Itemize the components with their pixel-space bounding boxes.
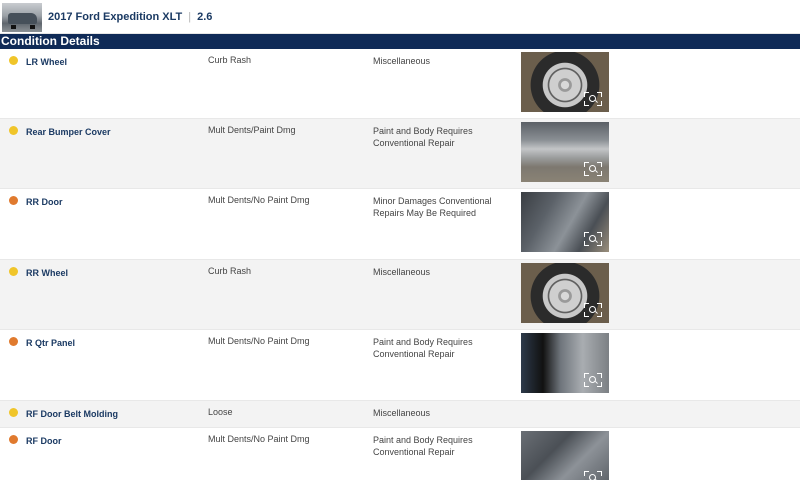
repair-action-line2: Conventional Repair	[373, 447, 455, 457]
repair-action-line1: Minor Damages Conventional	[373, 196, 492, 206]
damage-description: Loose	[208, 407, 233, 417]
damage-photo[interactable]	[521, 431, 609, 480]
damage-photo[interactable]	[521, 263, 609, 323]
damage-description: Curb Rash	[208, 55, 252, 65]
repair-action-line1: Miscellaneous	[373, 56, 431, 66]
header-separator: |	[188, 10, 192, 23]
part-name: RR Door	[26, 197, 63, 207]
table-row: Rear Bumper Cover Mult Dents/Paint Dmg P…	[0, 119, 800, 189]
severity-dot-icon	[9, 196, 18, 205]
damage-description: Mult Dents/Paint Dmg	[208, 125, 296, 135]
table-row: RF Door Mult Dents/No Paint Dmg Paint an…	[0, 428, 800, 480]
condition-grade: 2.6	[197, 10, 213, 23]
section-title: Condition Details	[0, 34, 800, 49]
severity-dot-icon	[9, 126, 18, 135]
part-name: R Qtr Panel	[26, 338, 76, 348]
repair-action-line2: Conventional Repair	[373, 349, 455, 359]
repair-action-line2: Conventional Repair	[373, 138, 455, 148]
vehicle-thumbnail[interactable]	[2, 2, 42, 32]
part-name: RF Door Belt Molding	[26, 409, 118, 419]
zoom-icon[interactable]	[584, 232, 602, 246]
part-name: LR Wheel	[26, 57, 68, 67]
vehicle-header: 2017 Ford Expedition XLT | 2.6	[0, 0, 800, 34]
repair-action: Miscellaneous	[373, 407, 508, 419]
repair-action: Paint and Body Requires Conventional Rep…	[373, 125, 508, 149]
repair-action-line1: Miscellaneous	[373, 267, 431, 277]
table-row: RR Door Mult Dents/No Paint Dmg Minor Da…	[0, 189, 800, 260]
severity-dot-icon	[9, 435, 18, 444]
part-name: RF Door	[26, 436, 62, 446]
repair-action-line1: Miscellaneous	[373, 408, 431, 418]
table-row: LR Wheel Curb Rash Miscellaneous	[0, 49, 800, 119]
part-name: RR Wheel	[26, 268, 69, 278]
damage-photo[interactable]	[521, 52, 609, 112]
zoom-icon[interactable]	[584, 162, 602, 176]
repair-action: Miscellaneous	[373, 266, 508, 278]
damage-description: Mult Dents/No Paint Dmg	[208, 336, 310, 346]
zoom-icon[interactable]	[584, 303, 602, 317]
repair-action: Miscellaneous	[373, 55, 508, 67]
severity-dot-icon	[9, 56, 18, 65]
repair-action: Minor Damages Conventional Repairs May B…	[373, 195, 508, 219]
severity-dot-icon	[9, 408, 18, 417]
damage-description: Mult Dents/No Paint Dmg	[208, 195, 310, 205]
damage-description: Mult Dents/No Paint Dmg	[208, 434, 310, 444]
damage-photo[interactable]	[521, 333, 609, 393]
zoom-icon[interactable]	[584, 373, 602, 387]
zoom-icon[interactable]	[584, 471, 602, 480]
repair-action: Paint and Body Requires Conventional Rep…	[373, 434, 508, 458]
repair-action: Paint and Body Requires Conventional Rep…	[373, 336, 508, 360]
damage-description: Curb Rash	[208, 266, 252, 276]
repair-action-line1: Paint and Body Requires	[373, 337, 473, 347]
zoom-icon[interactable]	[584, 92, 602, 106]
condition-report-page: 2017 Ford Expedition XLT | 2.6 Condition…	[0, 0, 800, 480]
damage-photo[interactable]	[521, 192, 609, 252]
repair-action-line2: Repairs May Be Required	[373, 208, 477, 218]
part-name: Rear Bumper Cover	[26, 127, 111, 137]
repair-action-line1: Paint and Body Requires	[373, 126, 473, 136]
damage-photo[interactable]	[521, 122, 609, 182]
table-row: RR Wheel Curb Rash Miscellaneous	[0, 260, 800, 330]
severity-dot-icon	[9, 267, 18, 276]
table-row: R Qtr Panel Mult Dents/No Paint Dmg Pain…	[0, 330, 800, 401]
severity-dot-icon	[9, 337, 18, 346]
repair-action-line1: Paint and Body Requires	[373, 435, 473, 445]
vehicle-title: 2017 Ford Expedition XLT	[48, 10, 183, 23]
table-row: RF Door Belt Molding Loose Miscellaneous	[0, 401, 800, 428]
